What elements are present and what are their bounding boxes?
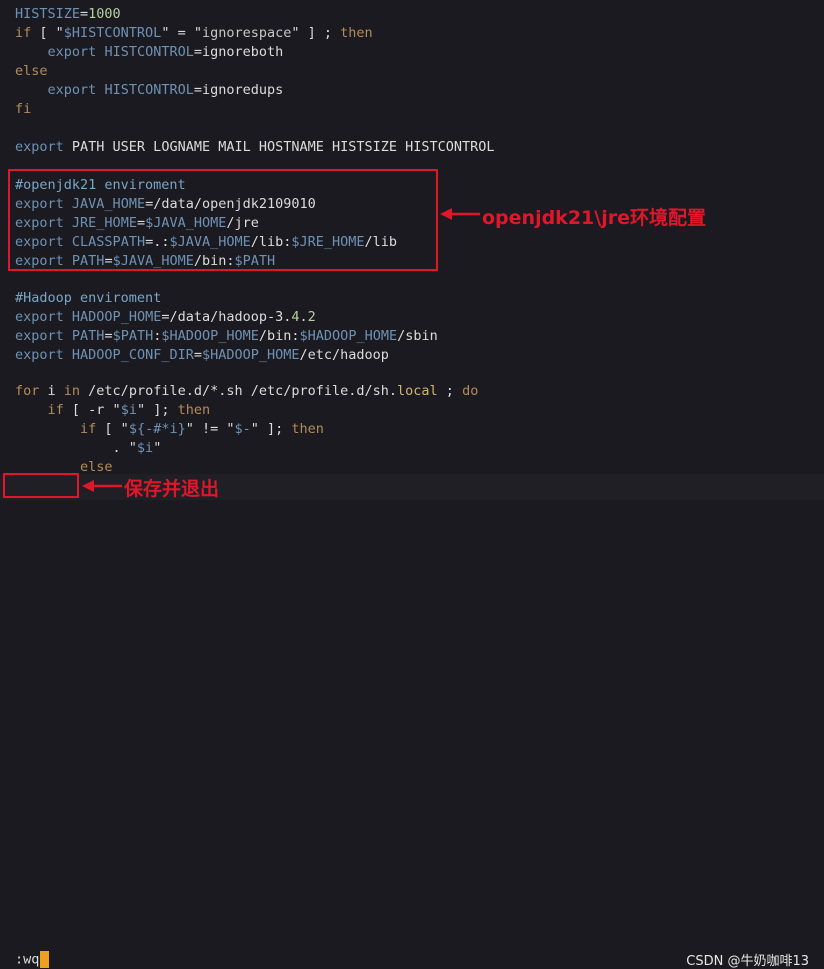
arrow-left-icon [440, 208, 480, 220]
code-token: /sbin [397, 328, 438, 344]
code-line: #Hadoop enviroment [15, 289, 161, 308]
code-token: . [299, 309, 308, 325]
code-line: . "$i" [15, 439, 162, 458]
code-token: = [193, 347, 202, 363]
code-line: fi [15, 100, 31, 119]
watermark: CSDN @牛奶咖啡13 [686, 954, 809, 969]
code-line: if [ "${-#*i}" != "$-" ]; then [15, 420, 324, 439]
code-token: $HADOOP_HOME [299, 328, 398, 344]
code-token: " != " [185, 421, 235, 437]
code-token: $- [234, 421, 251, 437]
code-token: " = " [161, 25, 202, 41]
code-token: #Hadoop enviroment [15, 290, 162, 306]
code-token: $i [120, 402, 137, 418]
code-token: " ]; [250, 421, 292, 437]
code-token: 2 [307, 309, 316, 325]
code-token: if [15, 25, 32, 41]
annotation-jre-config: openjdk21\jre环境配置 [482, 207, 706, 229]
code-token: $HADOOP_HOME [161, 328, 259, 344]
code-token: fi [15, 101, 32, 117]
code-token: else [15, 63, 48, 79]
code-token: HADOOP_HOME [71, 309, 162, 325]
code-token: export [15, 309, 64, 325]
code-line: if [ -r "$i" ]; then [15, 401, 211, 420]
code-token: /etc/profile.d/*.sh /etc/profile.d/sh. [80, 383, 398, 399]
arrow-left-icon-save [82, 480, 122, 492]
code-line: else [15, 62, 48, 81]
code-line: else [15, 458, 113, 474]
code-token: HISTSIZE [15, 6, 81, 22]
code-token: export [47, 44, 97, 60]
cursor [40, 951, 50, 968]
code-token: /bin: [258, 328, 300, 344]
code-token: $HADOOP_HOME [201, 347, 300, 363]
code-line: HISTSIZE=1000 [15, 5, 121, 24]
code-token: ignorespace [201, 25, 292, 41]
code-token: then [177, 402, 211, 418]
annotation-save-exit: 保存并退出 [124, 478, 220, 500]
code-token: [ " [31, 25, 64, 41]
code-token: ${-#*i} [128, 421, 186, 437]
code-token: [ " [96, 421, 129, 437]
code-token: HISTCONTROL [104, 82, 194, 98]
code-token: PATH [71, 328, 105, 344]
code-token: HADOOP_CONF_DIR [71, 347, 194, 363]
code-token: HISTCONTROL [104, 44, 194, 60]
code-token: in [63, 383, 81, 399]
code-line: if [ "$HISTCONTROL" = "ignorespace" ] ; … [15, 24, 373, 43]
code-token: local [397, 383, 438, 399]
code-token: /etc/hadoop [299, 347, 389, 363]
code-token: 4 [291, 309, 300, 325]
code-token: = [104, 328, 113, 344]
code-token: PATH USER LOGNAME MAIL HOSTNAME HISTSIZE… [63, 139, 495, 155]
code-line: export PATH=$PATH:$HADOOP_HOME/bin:$HADO… [15, 327, 438, 346]
command-line[interactable]: :wq [15, 951, 50, 968]
code-token: for [15, 383, 40, 399]
code-token: =/data/hadoop-3. [161, 309, 292, 325]
command-text: :wq [15, 951, 40, 968]
highlight-box-openjdk [8, 169, 438, 271]
code-token: export [15, 328, 64, 344]
code-token: if [80, 421, 97, 437]
code-token: export [15, 347, 64, 363]
code-token: export [15, 139, 64, 155]
code-token: [ -r " [63, 402, 121, 418]
code-token: = [80, 6, 89, 22]
code-token: " [153, 440, 162, 456]
code-token: " ]; [136, 402, 178, 418]
code-token: do [462, 383, 479, 399]
code-token: export [47, 82, 97, 98]
code-token: then [340, 25, 373, 41]
code-token: else [80, 459, 113, 474]
code-token: if [47, 402, 64, 418]
highlight-box-wq [3, 473, 79, 498]
code-token: ; [437, 383, 463, 399]
code-token: $i [136, 440, 154, 456]
code-line: export HISTCONTROL=ignoredups [15, 81, 284, 100]
code-token: i [39, 383, 64, 399]
code-line: export HADOOP_HOME=/data/hadoop-3.4.2 [15, 308, 316, 327]
code-token: $PATH [112, 328, 154, 344]
code-line: export PATH USER LOGNAME MAIL HOSTNAME H… [15, 138, 495, 157]
code-line: export HISTCONTROL=ignoreboth [15, 43, 284, 62]
code-token: 1000 [88, 6, 121, 22]
code-token: =ignoreboth [193, 44, 284, 60]
code-line: for i in /etc/profile.d/*.sh /etc/profil… [15, 382, 478, 401]
code-token: =ignoredups [193, 82, 284, 98]
code-token: $HISTCONTROL [63, 25, 162, 41]
code-token: " ] ; [291, 25, 341, 41]
code-token: . " [15, 440, 137, 456]
code-token: then [291, 421, 324, 437]
code-line: export HADOOP_CONF_DIR=$HADOOP_HOME/etc/… [15, 346, 389, 365]
